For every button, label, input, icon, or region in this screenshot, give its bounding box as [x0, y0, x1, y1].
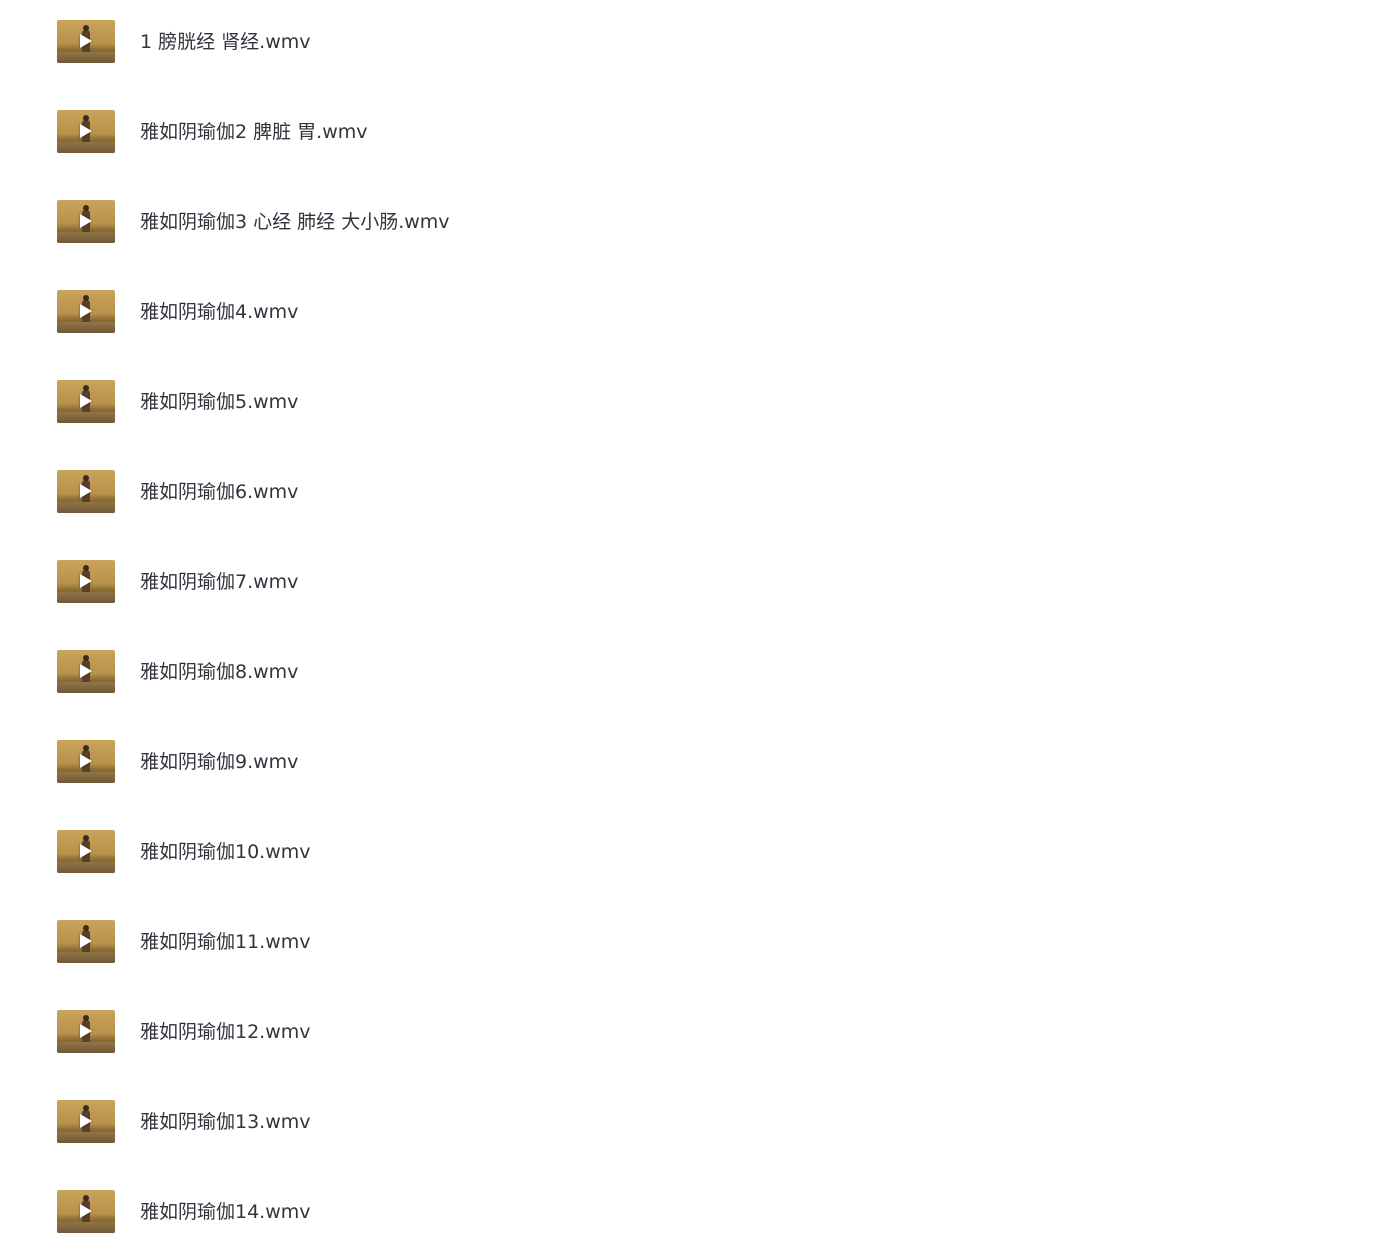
- play-icon[interactable]: [80, 754, 92, 768]
- play-icon[interactable]: [80, 934, 92, 948]
- thumbnail-floor: [57, 52, 115, 63]
- play-icon[interactable]: [80, 1024, 92, 1038]
- file-row[interactable]: 雅如阴瑜伽14.wmv: [0, 1170, 1380, 1260]
- play-icon[interactable]: [80, 1114, 92, 1128]
- video-thumbnail[interactable]: [57, 1010, 115, 1053]
- thumbnail-floor: [57, 772, 115, 783]
- file-name[interactable]: 雅如阴瑜伽9.wmv: [140, 750, 298, 774]
- file-name[interactable]: 1 膀胱经 肾经.wmv: [140, 30, 311, 54]
- play-icon[interactable]: [80, 34, 92, 48]
- file-row[interactable]: 雅如阴瑜伽9.wmv: [0, 720, 1380, 810]
- play-icon[interactable]: [80, 484, 92, 498]
- file-row[interactable]: 雅如阴瑜伽11.wmv: [0, 900, 1380, 990]
- thumbnail-floor: [57, 682, 115, 693]
- video-thumbnail[interactable]: [57, 740, 115, 783]
- video-thumbnail[interactable]: [57, 1190, 115, 1233]
- file-name[interactable]: 雅如阴瑜伽8.wmv: [140, 660, 298, 684]
- thumbnail-floor: [57, 142, 115, 153]
- play-icon[interactable]: [80, 394, 92, 408]
- thumbnail-floor: [57, 322, 115, 333]
- file-name[interactable]: 雅如阴瑜伽13.wmv: [140, 1110, 311, 1134]
- play-icon[interactable]: [80, 844, 92, 858]
- play-icon[interactable]: [80, 214, 92, 228]
- thumbnail-floor: [57, 862, 115, 873]
- file-row[interactable]: 雅如阴瑜伽3 心经 肺经 大小肠.wmv: [0, 180, 1380, 270]
- video-thumbnail[interactable]: [57, 560, 115, 603]
- file-name[interactable]: 雅如阴瑜伽10.wmv: [140, 840, 311, 864]
- file-row[interactable]: 1 膀胱经 肾经.wmv: [0, 0, 1380, 90]
- play-icon[interactable]: [80, 574, 92, 588]
- video-thumbnail[interactable]: [57, 290, 115, 333]
- thumbnail-floor: [57, 1222, 115, 1233]
- video-thumbnail[interactable]: [57, 20, 115, 63]
- file-name[interactable]: 雅如阴瑜伽6.wmv: [140, 480, 298, 504]
- file-name[interactable]: 雅如阴瑜伽12.wmv: [140, 1020, 311, 1044]
- file-row[interactable]: 雅如阴瑜伽6.wmv: [0, 450, 1380, 540]
- file-name[interactable]: 雅如阴瑜伽2 脾脏 胃.wmv: [140, 120, 368, 144]
- file-name[interactable]: 雅如阴瑜伽7.wmv: [140, 570, 298, 594]
- file-row[interactable]: 雅如阴瑜伽8.wmv: [0, 630, 1380, 720]
- video-thumbnail[interactable]: [57, 650, 115, 693]
- thumbnail-floor: [57, 1042, 115, 1053]
- video-thumbnail[interactable]: [57, 920, 115, 963]
- file-row[interactable]: 雅如阴瑜伽12.wmv: [0, 990, 1380, 1080]
- video-thumbnail[interactable]: [57, 380, 115, 423]
- file-row[interactable]: 雅如阴瑜伽13.wmv: [0, 1080, 1380, 1170]
- video-thumbnail[interactable]: [57, 1100, 115, 1143]
- video-thumbnail[interactable]: [57, 200, 115, 243]
- file-name[interactable]: 雅如阴瑜伽4.wmv: [140, 300, 298, 324]
- play-icon[interactable]: [80, 304, 92, 318]
- play-icon[interactable]: [80, 664, 92, 678]
- thumbnail-floor: [57, 502, 115, 513]
- file-row[interactable]: 雅如阴瑜伽10.wmv: [0, 810, 1380, 900]
- file-row[interactable]: 雅如阴瑜伽4.wmv: [0, 270, 1380, 360]
- play-icon[interactable]: [80, 124, 92, 138]
- thumbnail-floor: [57, 232, 115, 243]
- file-row[interactable]: 雅如阴瑜伽5.wmv: [0, 360, 1380, 450]
- video-file-list: 1 膀胱经 肾经.wmv 雅如阴瑜伽2 脾脏 胃.wmv 雅如阴瑜伽3 心经 肺…: [0, 0, 1380, 1246]
- file-row[interactable]: 雅如阴瑜伽2 脾脏 胃.wmv: [0, 90, 1380, 180]
- video-thumbnail[interactable]: [57, 470, 115, 513]
- thumbnail-floor: [57, 592, 115, 603]
- video-thumbnail[interactable]: [57, 110, 115, 153]
- play-icon[interactable]: [80, 1204, 92, 1218]
- file-name[interactable]: 雅如阴瑜伽14.wmv: [140, 1200, 311, 1224]
- file-row[interactable]: 雅如阴瑜伽7.wmv: [0, 540, 1380, 630]
- thumbnail-floor: [57, 412, 115, 423]
- thumbnail-floor: [57, 1132, 115, 1143]
- thumbnail-floor: [57, 952, 115, 963]
- file-name[interactable]: 雅如阴瑜伽11.wmv: [140, 930, 311, 954]
- video-thumbnail[interactable]: [57, 830, 115, 873]
- file-name[interactable]: 雅如阴瑜伽3 心经 肺经 大小肠.wmv: [140, 210, 450, 234]
- file-name[interactable]: 雅如阴瑜伽5.wmv: [140, 390, 298, 414]
